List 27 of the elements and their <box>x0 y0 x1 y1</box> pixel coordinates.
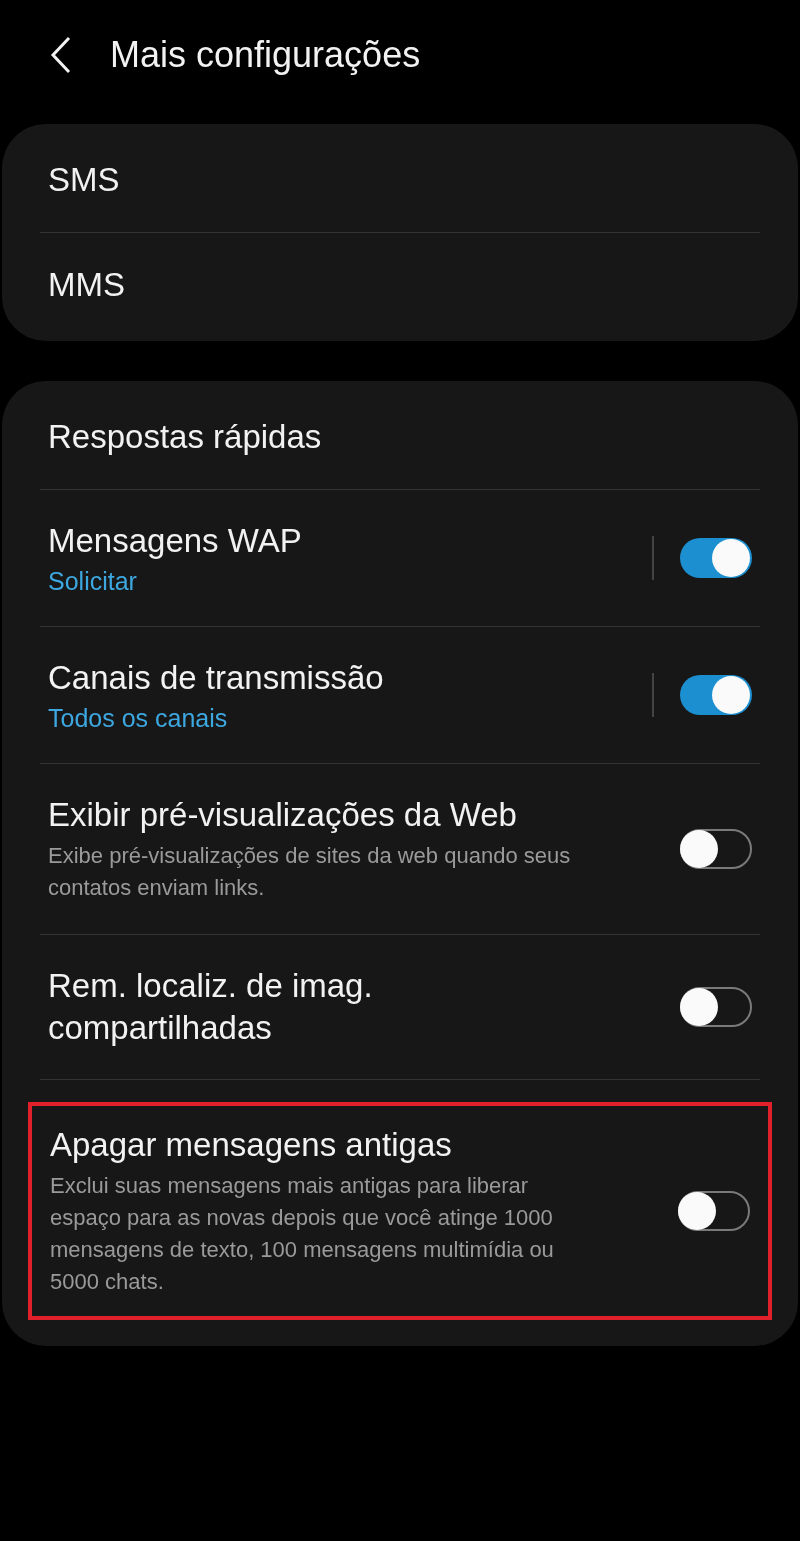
settings-row[interactable]: Canais de transmissão Todos os canais <box>30 627 770 763</box>
settings-row[interactable]: SMS <box>30 128 770 232</box>
setting-title: SMS <box>48 160 121 200</box>
toggle-switch[interactable] <box>680 987 752 1027</box>
setting-title: Rem. localiz. de imag. compartilhadas <box>48 966 374 1048</box>
toggle-switch[interactable] <box>680 538 752 578</box>
settings-row[interactable]: Apagar mensagens antigas Exclui suas mensagens mais antigas para liberar espaço para as novas depois que você atinge 1000 mensagens de texto, 100 mensagens multimídia ou 5000 chats. <box>28 1102 772 1320</box>
setting-title: Mensagens WAP <box>48 521 303 561</box>
setting-title: Exibir pré-visualizações da Web <box>48 795 518 835</box>
toggle-switch[interactable] <box>680 675 752 715</box>
setting-description: Exibe pré-visualizações de sites da web quando seus contatos enviam links. <box>48 842 572 902</box>
setting-title: Canais de transmissão <box>48 658 385 698</box>
settings-row[interactable]: Mensagens WAP Solicitar <box>30 490 770 626</box>
setting-title: Apagar mensagens antigas <box>50 1125 453 1165</box>
settings-row[interactable]: MMS <box>30 233 770 337</box>
setting-title: MMS <box>48 265 126 305</box>
setting-description: Todos os canais <box>48 703 229 733</box>
settings-row[interactable]: Rem. localiz. de imag. compartilhadas <box>30 935 770 1079</box>
back-icon <box>50 36 72 74</box>
settings-row[interactable]: Exibir pré-visualizações da Web Exibe pré-visualizações de sites da web quando seus contatos enviam links. <box>30 764 770 934</box>
setting-description: Exclui suas mensagens mais antigas para liberar espaço para as novas depois que você atinge 1000 mensagens de texto, 100 mensagens multimídia ou 5000 chats. <box>50 1172 555 1296</box>
settings-row[interactable]: Respostas rápidas <box>30 385 770 489</box>
page-title: Mais configurações <box>110 33 421 77</box>
setting-title: Respostas rápidas <box>48 417 323 457</box>
toggle-switch[interactable] <box>678 1191 750 1231</box>
toggle-switch[interactable] <box>680 829 752 869</box>
setting-description: Solicitar <box>48 566 138 596</box>
